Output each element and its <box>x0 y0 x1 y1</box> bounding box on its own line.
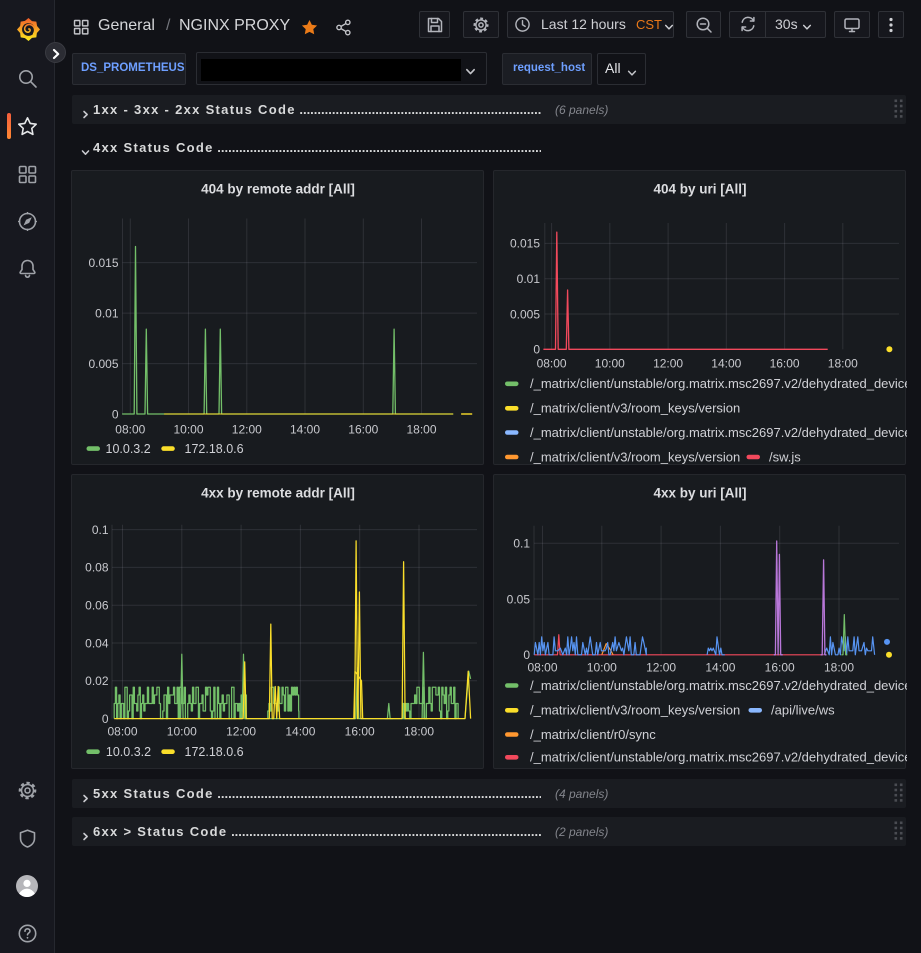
svg-text:16:00: 16:00 <box>345 725 375 739</box>
svg-text:08:00: 08:00 <box>537 356 567 370</box>
svg-text:0.05: 0.05 <box>507 592 531 606</box>
svg-text:/_matrix/client/v3/room_keys/v: /_matrix/client/v3/room_keys/version <box>530 400 740 415</box>
svg-text:/_matrix/client/v3/room_keys/v: /_matrix/client/v3/room_keys/version <box>530 703 740 718</box>
svg-text:172.18.0.6: 172.18.0.6 <box>185 442 244 456</box>
svg-text:16:00: 16:00 <box>765 661 795 675</box>
svg-text:0: 0 <box>533 342 540 356</box>
svg-text:0: 0 <box>112 407 119 421</box>
svg-text:10.0.3.2: 10.0.3.2 <box>106 745 151 759</box>
svg-text:/_matrix/client/r0/sync: /_matrix/client/r0/sync <box>530 727 656 742</box>
svg-text:0.1: 0.1 <box>92 523 109 537</box>
svg-text:18:00: 18:00 <box>406 422 436 436</box>
svg-text:0.015: 0.015 <box>510 236 540 250</box>
svg-text:10:00: 10:00 <box>173 422 203 436</box>
svg-text:10:00: 10:00 <box>167 725 197 739</box>
svg-text:0.01: 0.01 <box>95 306 119 320</box>
svg-text:0.08: 0.08 <box>85 561 109 575</box>
svg-text:404 by uri [All]: 404 by uri [All] <box>653 181 746 196</box>
svg-text:0.04: 0.04 <box>85 636 109 650</box>
svg-text:08:00: 08:00 <box>107 725 137 739</box>
svg-text:18:00: 18:00 <box>828 356 858 370</box>
svg-text:08:00: 08:00 <box>115 422 145 436</box>
svg-text:/api/live/ws: /api/live/ws <box>771 703 835 718</box>
svg-text:14:00: 14:00 <box>285 725 315 739</box>
svg-text:/_matrix/client/unstable/org.m: /_matrix/client/unstable/org.matrix.msc2… <box>530 376 907 391</box>
svg-text:12:00: 12:00 <box>646 661 676 675</box>
svg-text:10:00: 10:00 <box>587 661 617 675</box>
svg-text:404 by remote addr [All]: 404 by remote addr [All] <box>201 181 355 196</box>
svg-text:0.01: 0.01 <box>517 272 541 286</box>
svg-text:16:00: 16:00 <box>348 422 378 436</box>
svg-text:14:00: 14:00 <box>711 356 741 370</box>
svg-text:18:00: 18:00 <box>404 725 434 739</box>
svg-text:0.015: 0.015 <box>88 255 118 269</box>
svg-text:0.1: 0.1 <box>513 537 530 551</box>
svg-text:0.005: 0.005 <box>88 356 118 370</box>
svg-text:172.18.0.6: 172.18.0.6 <box>185 745 244 759</box>
svg-text:10:00: 10:00 <box>595 356 625 370</box>
svg-text:0.06: 0.06 <box>85 599 109 613</box>
svg-text:/_matrix/client/unstable/org.m: /_matrix/client/unstable/org.matrix.msc2… <box>530 424 907 439</box>
svg-text:/_matrix/client/unstable/org.m: /_matrix/client/unstable/org.matrix.msc2… <box>530 678 907 693</box>
svg-text:12:00: 12:00 <box>653 356 683 370</box>
svg-text:4xx by uri [All]: 4xx by uri [All] <box>653 486 746 501</box>
svg-text:/_matrix/client/v3/room_keys/v: /_matrix/client/v3/room_keys/version <box>530 449 740 464</box>
svg-text:18:00: 18:00 <box>824 661 854 675</box>
svg-text:10.0.3.2: 10.0.3.2 <box>106 442 151 456</box>
svg-text:16:00: 16:00 <box>770 356 800 370</box>
svg-text:0.005: 0.005 <box>510 307 540 321</box>
svg-text:0.02: 0.02 <box>85 674 109 688</box>
svg-text:/_matrix/client/unstable/org.m: /_matrix/client/unstable/org.matrix.msc2… <box>530 750 907 765</box>
svg-text:14:00: 14:00 <box>705 661 735 675</box>
svg-text:14:00: 14:00 <box>290 422 320 436</box>
svg-text:12:00: 12:00 <box>232 422 262 436</box>
svg-text:4xx by remote addr [All]: 4xx by remote addr [All] <box>201 486 355 501</box>
svg-text:/sw.js: /sw.js <box>769 449 801 464</box>
svg-text:12:00: 12:00 <box>226 725 256 739</box>
svg-text:08:00: 08:00 <box>527 661 557 675</box>
